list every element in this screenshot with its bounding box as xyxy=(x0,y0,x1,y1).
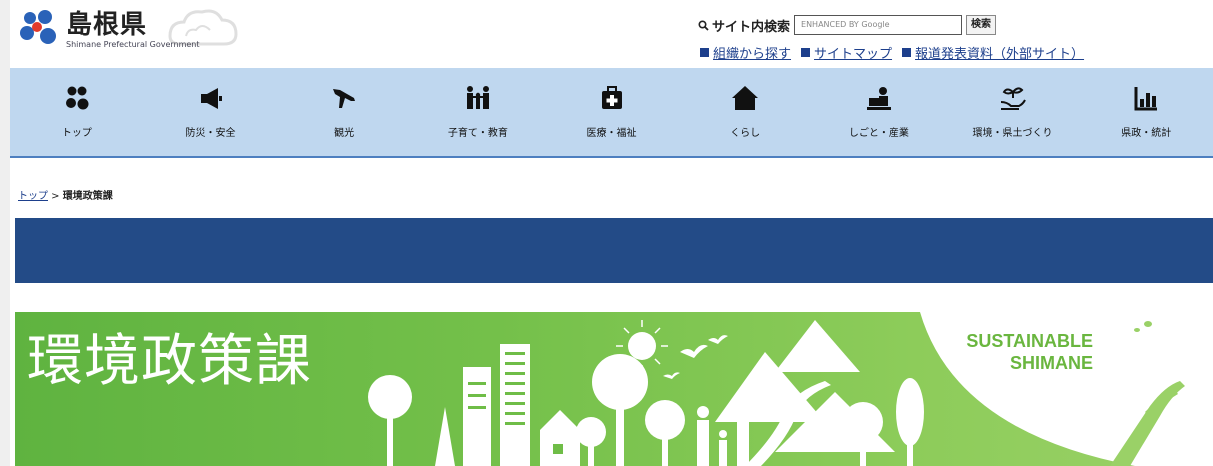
medical-bag-icon xyxy=(598,84,626,112)
breadcrumb-top-link[interactable]: トップ xyxy=(18,191,48,202)
megaphone-icon xyxy=(197,84,225,112)
nav-label: 医療・福祉 xyxy=(586,128,637,139)
prefecture-emblem-icon xyxy=(20,10,60,50)
tagline-line-2: SHIMANE xyxy=(1009,353,1093,373)
search-button[interactable]: 検索 xyxy=(966,15,997,35)
nav-item-childcare[interactable]: 子育て・教育 xyxy=(411,68,545,156)
sustainable-shimane-tagline: SUSTAINABLE SHIMANE xyxy=(966,330,1093,374)
nav-item-top[interactable]: トップ xyxy=(10,68,144,156)
mountain-shape xyxy=(775,320,860,372)
search-input[interactable]: ENHANCED BY Google xyxy=(794,15,963,35)
link-organization[interactable]: 組織から探す xyxy=(700,43,791,62)
nav-item-government[interactable]: 県政・統計 xyxy=(1079,68,1213,156)
search-icon xyxy=(698,19,709,31)
home-flower-icon xyxy=(63,84,91,112)
section-banner xyxy=(15,218,1213,283)
nav-label: 子育て・教育 xyxy=(447,128,508,139)
nav-label: トップ xyxy=(61,128,92,139)
nav-label: くらし xyxy=(730,128,761,139)
nav-item-medical[interactable]: 医療・福祉 xyxy=(545,68,679,156)
cloud-pattern-icon xyxy=(168,9,238,46)
nav-label: しごと・産業 xyxy=(848,128,909,139)
nav-label: 観光 xyxy=(334,128,355,139)
breadcrumb-current: 環境政策課 xyxy=(62,191,113,202)
global-nav: トップ 防災・安全 観光 子育て・教育 医療・福祉 くらし しごと・産業 環境・… xyxy=(10,68,1213,158)
breadcrumb-separator: > xyxy=(48,191,63,202)
nav-label: 県政・統計 xyxy=(1121,128,1172,139)
search-label: サイト内検索 xyxy=(712,19,791,35)
link-sitemap[interactable]: サイトマップ xyxy=(801,43,892,62)
nav-item-living[interactable]: くらし xyxy=(678,68,812,156)
nav-item-work[interactable]: しごと・産業 xyxy=(812,68,946,156)
page: 島根県 Shimane Prefectural Government サイト内検… xyxy=(10,0,1213,466)
site-search: サイト内検索 ENHANCED BY Google 検索 xyxy=(698,15,997,35)
nav-item-tourism[interactable]: 観光 xyxy=(277,68,411,156)
airplane-icon xyxy=(330,84,358,112)
tagline-line-1: SUSTAINABLE xyxy=(966,331,1093,351)
hero-title: 環境政策課 xyxy=(27,329,312,394)
nav-item-disaster[interactable]: 防災・安全 xyxy=(144,68,278,156)
header-links: 組織から探す サイトマップ 報道発表資料（外部サイト） xyxy=(700,43,1084,62)
nav-label: 環境・県土づくり xyxy=(972,128,1053,139)
worker-icon xyxy=(865,84,893,112)
nav-label: 防災・安全 xyxy=(185,128,236,139)
family-icon xyxy=(464,84,492,112)
house-icon xyxy=(731,84,759,112)
nav-item-environment[interactable]: 環境・県土づくり xyxy=(946,68,1080,156)
hero-banner: 環境政策課 SUSTAINABLE SHIMANE xyxy=(15,312,1213,466)
breadcrumb: トップ > 環境政策課 xyxy=(18,187,113,202)
plant-hand-icon xyxy=(999,84,1027,112)
site-header: 島根県 Shimane Prefectural Government サイト内検… xyxy=(10,0,1213,68)
link-press-release[interactable]: 報道発表資料（外部サイト） xyxy=(902,43,1084,62)
bar-chart-icon xyxy=(1132,84,1160,112)
